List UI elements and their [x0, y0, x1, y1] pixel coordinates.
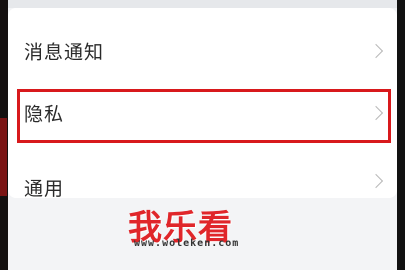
settings-item-notifications[interactable]: 消息通知 [8, 22, 397, 80]
chevron-right-icon [368, 43, 384, 59]
top-strip [8, 0, 397, 8]
settings-item-label: 消息通知 [24, 41, 105, 64]
privacy-highlight-box [17, 89, 391, 143]
settings-item-label: 通用 [24, 178, 65, 200]
left-edge-accent [0, 118, 7, 196]
watermark-url: www.woleken.com [134, 238, 240, 249]
settings-item-general[interactable]: 通用 [8, 146, 397, 204]
chevron-right-icon [368, 173, 384, 189]
